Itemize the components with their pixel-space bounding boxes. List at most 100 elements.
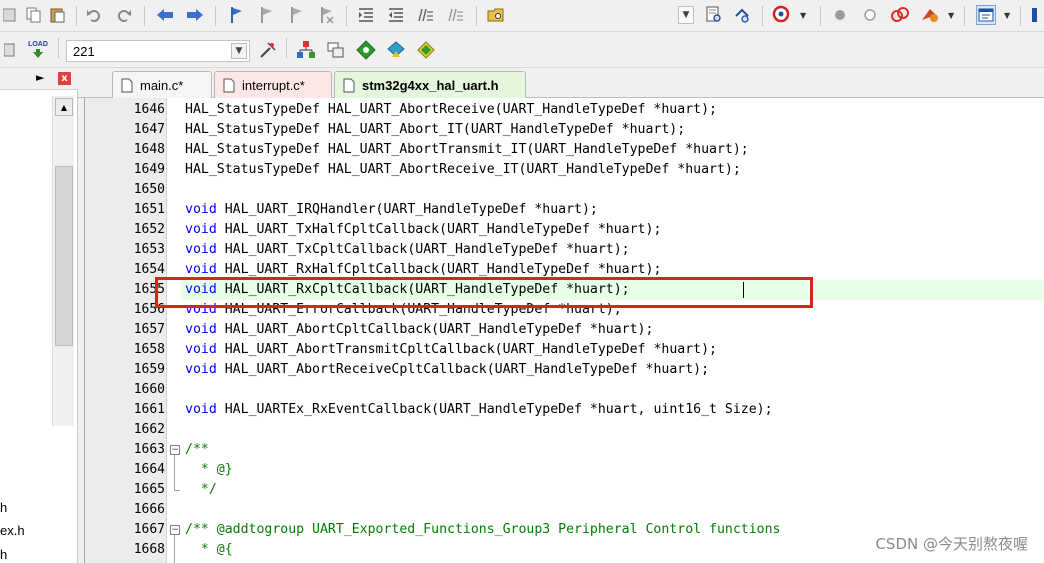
keyword-token: void: [185, 202, 217, 217]
scroll-up-icon[interactable]: ▲: [55, 98, 73, 116]
manage-project-icon[interactable]: [296, 40, 316, 60]
tab-label: stm32g4xx_hal_uart.h: [362, 77, 499, 93]
file-icon: [343, 78, 355, 92]
keyword-token: void: [185, 402, 217, 417]
code-line[interactable]: */: [185, 480, 217, 500]
project-panel-header: ► x: [0, 68, 78, 90]
uncomment-icon[interactable]: [446, 5, 466, 25]
configure-dropdown-arrow[interactable]: ▼: [948, 12, 956, 20]
unindent-icon[interactable]: [386, 5, 406, 25]
line-number: 1667: [133, 522, 165, 537]
prev-bookmark-icon[interactable]: [256, 5, 276, 25]
target-options-icon[interactable]: [258, 40, 278, 60]
code-line[interactable]: void HAL_UART_TxCpltCallback(UART_Handle…: [185, 240, 630, 260]
tab-stm32g4xx-hal-uart-h[interactable]: stm32g4xx_hal_uart.h: [334, 71, 526, 98]
comment-icon[interactable]: [416, 5, 436, 25]
bookmark-icon[interactable]: [226, 5, 246, 25]
code-line[interactable]: * @}: [185, 460, 233, 480]
project-panel-scrollbar[interactable]: ▲: [52, 96, 74, 426]
file-extensions-icon[interactable]: [326, 40, 346, 60]
find-icon[interactable]: [704, 5, 724, 25]
fold-guide: [174, 455, 175, 490]
code-line[interactable]: HAL_StatusTypeDef HAL_UART_AbortTransmit…: [185, 140, 749, 160]
code-line[interactable]: HAL_StatusTypeDef HAL_UART_AbortReceive(…: [185, 100, 717, 120]
next-bookmark-icon[interactable]: [286, 5, 306, 25]
code-line[interactable]: * @{: [185, 540, 233, 560]
navigate-forward-icon[interactable]: [185, 5, 205, 25]
window-layout-dropdown-arrow[interactable]: ▼: [1004, 12, 1012, 20]
keyword-token: void: [185, 222, 217, 237]
code-text: HAL_UART_TxHalfCpltCallback(UART_HandleT…: [216, 222, 662, 237]
keyword-token: void: [185, 342, 217, 357]
target-select[interactable]: 221 ▼: [66, 40, 250, 62]
rte-manager-icon[interactable]: [416, 40, 436, 60]
find-in-files-icon[interactable]: [486, 5, 506, 25]
breakpoint-icon[interactable]: [830, 5, 850, 25]
keyword-token: void: [185, 242, 217, 257]
file-tree-item[interactable]: h: [0, 547, 7, 562]
fold-toggle-icon[interactable]: −: [170, 525, 180, 535]
code-line[interactable]: void HAL_UART_IRQHandler(UART_HandleType…: [185, 200, 598, 220]
fold-margin: [167, 98, 181, 563]
code-line[interactable]: void HAL_UART_AbortCpltCallback(UART_Han…: [185, 320, 653, 340]
file-tree-item[interactable]: ex.h: [0, 523, 25, 538]
code-line[interactable]: HAL_StatusTypeDef HAL_UART_AbortReceive_…: [185, 160, 741, 180]
tab-main-c[interactable]: main.c*: [112, 71, 212, 98]
comment-token: */: [185, 482, 217, 497]
code-editor[interactable]: 1646 1647 1648 1649 1650 1651 1652 1653 1654 1655…: [84, 98, 1044, 563]
rebuild-icon[interactable]: [0, 40, 20, 60]
chevron-down-icon[interactable]: ▼: [231, 43, 247, 59]
navigate-back-icon[interactable]: [155, 5, 175, 25]
kill-breakpoints-icon[interactable]: [890, 5, 910, 25]
window-layout-icon[interactable]: [976, 5, 996, 25]
editor-tab-strip: main.c* interrupt.c* stm32g4xx_hal_uart.…: [78, 68, 1044, 98]
file-icon: [223, 78, 235, 92]
line-number: 1651: [133, 202, 165, 217]
line-number: 1662: [133, 422, 165, 437]
pack-installer-icon[interactable]: [386, 40, 406, 60]
code-line[interactable]: /** @addtogroup UART_Exported_Functions_…: [185, 520, 780, 540]
fold-toggle-icon[interactable]: −: [170, 445, 180, 455]
debug-dropdown-arrow[interactable]: ▼: [800, 12, 808, 20]
code-text: HAL_UART_TxCpltCallback(UART_HandleTypeD…: [216, 242, 630, 257]
settings-icon[interactable]: [1028, 5, 1044, 25]
code-text: HAL_StatusTypeDef HAL_UART_AbortReceive_…: [185, 162, 741, 177]
build-toolbar: LOAD 221 ▼: [0, 32, 1044, 68]
load-button[interactable]: LOAD: [28, 40, 48, 60]
code-line[interactable]: void HAL_UART_TxHalfCpltCallback(UART_Ha…: [185, 220, 661, 240]
code-line[interactable]: /**: [185, 440, 209, 460]
find-combo-dropdown[interactable]: ▼: [678, 6, 694, 24]
annotation-highlight-box: [155, 277, 813, 308]
code-line[interactable]: void HAL_UARTEx_RxEventCallback(UART_Han…: [185, 400, 773, 420]
code-line[interactable]: void HAL_UART_AbortTransmitCpltCallback(…: [185, 340, 717, 360]
configure-icon[interactable]: [920, 5, 940, 25]
redo-icon[interactable]: [114, 5, 134, 25]
tab-interrupt-c[interactable]: interrupt.c*: [214, 71, 332, 98]
load-label: LOAD: [28, 41, 48, 48]
code-text: HAL_UART_AbortCpltCallback(UART_HandleTy…: [216, 322, 654, 337]
copy-icon[interactable]: [24, 5, 44, 25]
code-text: HAL_UART_IRQHandler(UART_HandleTypeDef *…: [216, 202, 598, 217]
code-line[interactable]: void HAL_UART_AbortReceiveCpltCallback(U…: [185, 360, 709, 380]
keyword-token: void: [185, 322, 217, 337]
select-packs-icon[interactable]: [356, 40, 376, 60]
disable-breakpoint-icon[interactable]: [860, 5, 880, 25]
clear-bookmarks-icon[interactable]: [316, 5, 336, 25]
scrollbar-thumb[interactable]: [55, 166, 73, 346]
incremental-find-icon[interactable]: [732, 5, 752, 25]
close-icon[interactable]: x: [58, 72, 71, 85]
debug-icon[interactable]: [772, 5, 792, 25]
file-tree-item[interactable]: h: [0, 500, 7, 515]
indent-icon[interactable]: [356, 5, 376, 25]
code-line[interactable]: HAL_StatusTypeDef HAL_UART_Abort_IT(UART…: [185, 120, 685, 140]
code-text: HAL_UART_RxHalfCpltCallback(UART_HandleT…: [216, 262, 662, 277]
line-number: 1658: [133, 342, 165, 357]
tab-label: interrupt.c*: [242, 77, 305, 93]
undo-icon[interactable]: [84, 5, 104, 25]
line-number: 1646: [133, 102, 165, 117]
pin-icon[interactable]: ►: [36, 71, 44, 84]
cut-icon[interactable]: [0, 5, 20, 25]
tab-label: main.c*: [140, 77, 184, 93]
paste-icon[interactable]: [48, 5, 68, 25]
code-text: HAL_StatusTypeDef HAL_UART_AbortTransmit…: [185, 142, 749, 157]
